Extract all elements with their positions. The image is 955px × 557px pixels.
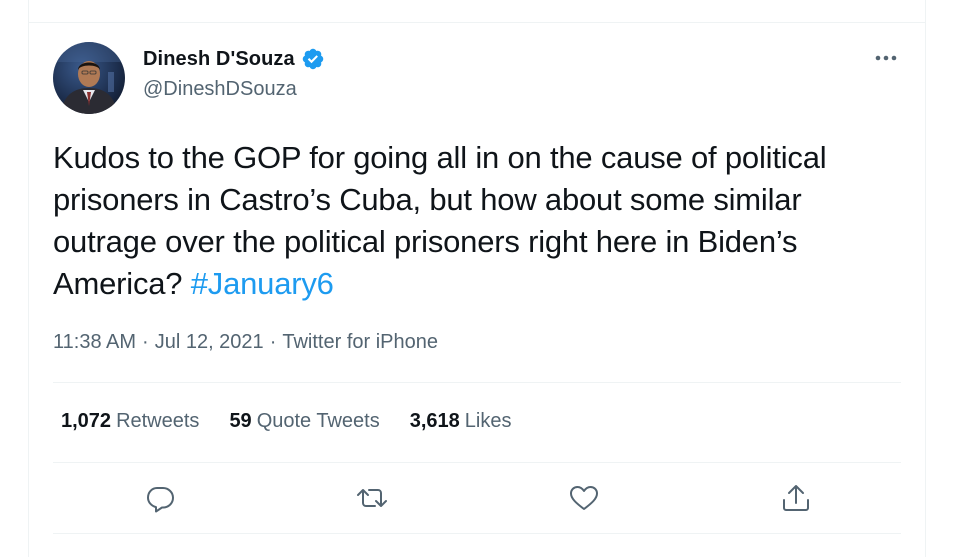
author-handle[interactable]: @DineshDSouza	[143, 78, 297, 101]
meta-separator: ·	[269, 331, 277, 353]
more-icon	[875, 55, 897, 61]
action-bar	[29, 480, 925, 516]
page: Dinesh D'Souza @DineshDSouza Kudos to th…	[0, 0, 955, 557]
top-divider	[29, 22, 925, 23]
retweets-label: Retweets	[116, 410, 200, 432]
author-name-row: Dinesh D'Souza	[143, 45, 325, 73]
quote-tweets-count: 59	[229, 410, 252, 432]
reply-icon	[147, 487, 174, 513]
reply-button[interactable]	[142, 480, 178, 516]
tweet-time[interactable]: 11:38 AM	[53, 331, 136, 354]
verified-badge-icon	[301, 47, 325, 71]
tweet-source[interactable]: Twitter for iPhone	[282, 331, 438, 354]
share-button[interactable]	[778, 480, 814, 516]
divider	[53, 533, 901, 534]
more-options-button[interactable]	[873, 48, 899, 68]
tweet-date[interactable]: Jul 12, 2021	[155, 331, 264, 354]
retweets-stat[interactable]: 1,072 Retweets	[61, 410, 199, 433]
likes-stat[interactable]: 3,618 Likes	[410, 410, 512, 433]
likes-label: Likes	[464, 410, 512, 432]
tweet-meta: 11:38 AM · Jul 12, 2021 · Twitter for iP…	[53, 331, 438, 354]
quote-tweets-stat[interactable]: 59 Quote Tweets	[229, 410, 379, 433]
hashtag-link[interactable]: #January6	[191, 266, 334, 301]
avatar[interactable]	[53, 42, 125, 114]
meta-separator: ·	[142, 331, 149, 353]
quote-tweets-label: Quote Tweets	[256, 410, 380, 432]
divider	[53, 462, 901, 463]
divider	[53, 382, 901, 383]
avatar-photo-icon	[53, 42, 125, 114]
retweets-count: 1,072	[61, 410, 112, 432]
author-display-name[interactable]: Dinesh D'Souza	[143, 48, 295, 71]
likes-count: 3,618	[409, 410, 460, 432]
tweet-card: Dinesh D'Souza @DineshDSouza Kudos to th…	[28, 0, 926, 557]
tweet-stats: 1,072 Retweets 59 Quote Tweets 3,618 Likes	[61, 410, 542, 433]
share-icon	[783, 485, 809, 511]
tweet-text: Kudos to the GOP for going all in on the…	[53, 137, 913, 305]
like-button[interactable]	[566, 480, 602, 516]
heart-icon	[570, 486, 598, 510]
tweet-body: Kudos to the GOP for going all in on the…	[53, 140, 827, 301]
retweet-button[interactable]	[354, 480, 390, 516]
retweet-icon	[357, 489, 387, 507]
